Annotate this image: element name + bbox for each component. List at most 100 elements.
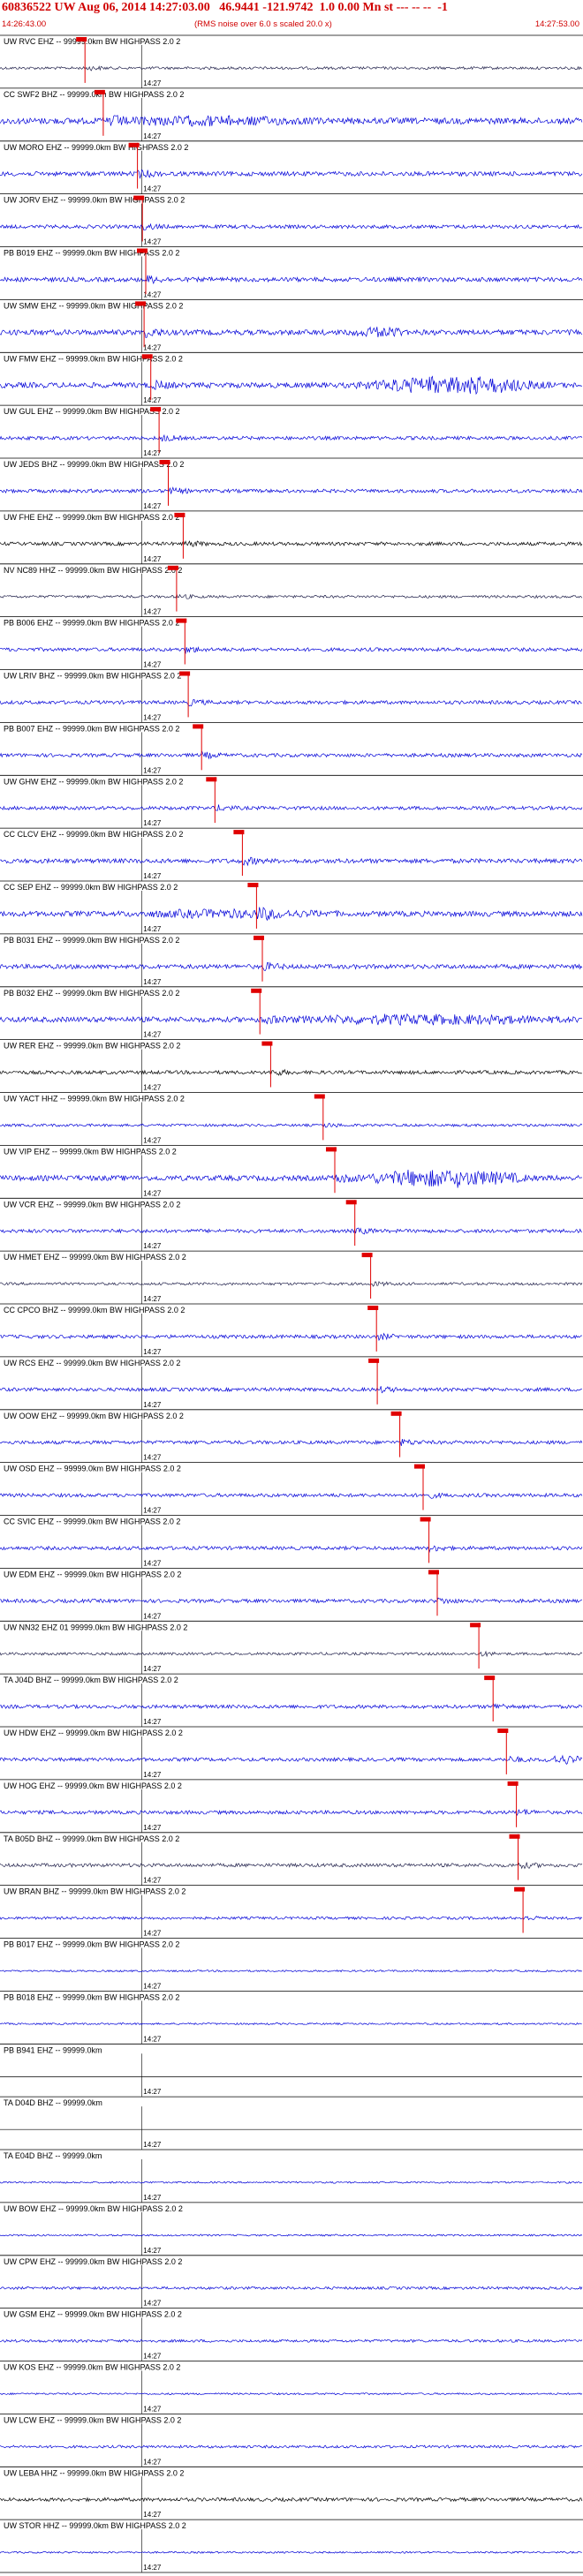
minute-tick-label: 14:27: [143, 79, 162, 87]
trace-row: UW JEDS BHZ -- 99999.0km BW HIGHPASS 2.0…: [0, 457, 583, 511]
trace-row: UW JORV EHZ -- 99999.0km BW HIGHPASS 2.0…: [0, 193, 583, 247]
trace-label: UW JORV EHZ -- 99999.0km BW HIGHPASS 2.0…: [4, 196, 185, 205]
trace-label: UW EDM EHZ -- 99999.0km BW HIGHPASS 2.0 …: [4, 1570, 181, 1578]
waveform-trace: [0, 804, 583, 811]
minute-tick-label: 14:27: [143, 1189, 162, 1197]
waveform-trace: [0, 1862, 583, 1870]
trace-label: CC SEP EHZ -- 99999.0km BW HIGHPASS 2.0 …: [4, 883, 178, 892]
minute-tick-label: 14:27: [143, 2511, 162, 2519]
minute-tick-label: 14:27: [143, 1982, 162, 1990]
waveform-trace: [0, 1280, 583, 1287]
trace-row: TA D04D BHZ -- 99999.0km 14:27: [0, 2096, 583, 2150]
trace-row: UW LRIV BHZ -- 99999.0km BW HIGHPASS 2.0…: [0, 669, 583, 723]
trace-label: UW LEBA HHZ -- 99999.0km BW HIGHPASS 2.0…: [4, 2468, 184, 2477]
waveform-trace: [0, 1332, 582, 1342]
minute-tick-label: 14:27: [143, 396, 162, 404]
trace-row: UW BRAN BHZ -- 99999.0km BW HIGHPASS 2.0…: [0, 1885, 583, 1939]
minute-tick-label: 14:27: [143, 925, 162, 933]
trace-label: PB B007 EHZ -- 99999.0km BW HIGHPASS 2.0…: [4, 724, 179, 733]
trace-label: UW HMET EHZ -- 99999.0km BW HIGHPASS 2.0…: [4, 1253, 186, 1262]
trace-label: UW YACT HHZ -- 99999.0km BW HIGHPASS 2.0…: [4, 1095, 185, 1103]
trace-label: PB B941 EHZ -- 99999.0km: [4, 2045, 102, 2054]
minute-tick-label: 14:27: [143, 713, 162, 721]
minute-tick-label: 14:27: [143, 1930, 162, 1938]
trace-label: UW CPW EHZ -- 99999.0km BW HIGHPASS 2.0 …: [4, 2257, 182, 2266]
minute-tick-label: 14:27: [143, 1771, 162, 1779]
waveform-trace: [0, 2022, 582, 2026]
waveform-trace: [0, 1969, 583, 1973]
waveform-trace: [0, 961, 583, 971]
trace-label: UW JEDS BHZ -- 99999.0km BW HIGHPASS 2.0…: [4, 460, 184, 469]
waveform-trace: [0, 2233, 583, 2237]
trace-label: TA J04D BHZ -- 99999.0km BW HIGHPASS 2.0…: [4, 1676, 178, 1684]
waveform-trace: [0, 65, 583, 72]
minute-tick-label: 14:27: [143, 2300, 162, 2308]
trace-row: UW RVC EHZ -- 99999.0km BW HIGHPASS 2.0 …: [0, 34, 583, 88]
trace-row: PB B032 EHZ -- 99999.0km BW HIGHPASS 2.0…: [0, 986, 583, 1040]
waveform-trace: [0, 1808, 583, 1817]
waveform-trace: [0, 2286, 583, 2291]
trace-row: TA B05D BHZ -- 99999.0km BW HIGHPASS 2.0…: [0, 1832, 583, 1886]
waveform-trace: [0, 1650, 583, 1658]
trace-row: CC CLCV EHZ -- 99999.0km BW HIGHPASS 2.0…: [0, 827, 583, 881]
minute-tick-label: 14:27: [143, 1612, 162, 1620]
trace-row: UW RER EHZ -- 99999.0km BW HIGHPASS 2.0 …: [0, 1039, 583, 1093]
trace-label: UW STOR HHZ -- 99999.0km BW HIGHPASS 2.0…: [4, 2521, 186, 2530]
minute-tick-label: 14:27: [143, 132, 162, 140]
minute-tick-label: 14:27: [143, 2353, 162, 2361]
minute-tick-label: 14:27: [143, 1665, 162, 1673]
waveform-trace: [0, 750, 583, 760]
waveform-trace: [0, 1703, 583, 1710]
waveform-trace: [0, 2497, 583, 2503]
minute-tick-label: 14:27: [143, 2194, 162, 2202]
trace-row: PB B941 EHZ -- 99999.0km 14:27: [0, 2043, 583, 2098]
minute-tick-label: 14:27: [143, 1454, 162, 1462]
trace-row: TA E04D BHZ -- 99999.0km 14:27: [0, 2149, 583, 2203]
trace-label: UW NN32 EHZ 01 99999.0km BW HIGHPASS 2.0…: [4, 1623, 187, 1631]
waveform-trace: [0, 375, 583, 395]
trace-row: UW GSM EHZ -- 99999.0km BW HIGHPASS 2.0 …: [0, 2308, 583, 2361]
minute-tick-label: 14:27: [143, 1824, 162, 1832]
waveform-trace: [0, 2339, 583, 2344]
waveform-trace: [0, 907, 583, 922]
trace-row: UW STOR HHZ -- 99999.0km BW HIGHPASS 2.0…: [0, 2519, 583, 2572]
trace-label: UW RCS EHZ -- 99999.0km BW HIGHPASS 2.0 …: [4, 1359, 180, 1367]
trace-row: UW VIP EHZ -- 99999.0km BW HIGHPASS 2.0 …: [0, 1145, 583, 1199]
minute-tick-label: 14:27: [143, 2247, 162, 2255]
trace-row: CC SWF2 BHZ -- 99999.0km BW HIGHPASS 2.0…: [0, 87, 583, 141]
trace-label: UW HOG EHZ -- 99999.0km BW HIGHPASS 2.0 …: [4, 1781, 182, 1790]
waveform-trace: [0, 275, 583, 285]
minute-tick-label: 14:27: [143, 1559, 162, 1567]
minute-tick-label: 14:27: [143, 819, 162, 827]
waveform-trace: [0, 1545, 583, 1554]
waveform-trace: [0, 540, 583, 547]
minute-tick-label: 14:27: [143, 766, 162, 774]
minute-tick-label: 14:27: [143, 1507, 162, 1515]
minute-tick-label: 14:27: [143, 1348, 162, 1356]
trace-label: UW VIP EHZ -- 99999.0km BW HIGHPASS 2.0 …: [4, 1147, 177, 1156]
waveform-trace: [0, 593, 583, 599]
minute-tick-label: 14:27: [143, 502, 162, 510]
minute-tick-label: 14:27: [143, 1242, 162, 1250]
trace-row: NV NC89 HHZ -- 99999.0km BW HIGHPASS 2.0…: [0, 563, 583, 617]
minute-tick-label: 14:27: [143, 185, 162, 193]
trace-label: PB B017 EHZ -- 99999.0km BW HIGHPASS 2.0…: [4, 1940, 179, 1949]
waveform-trace: [0, 115, 583, 127]
trace-row: UW YACT HHZ -- 99999.0km BW HIGHPASS 2.0…: [0, 1092, 583, 1146]
minute-tick-label: 14:27: [143, 1136, 162, 1144]
minute-tick-label: 14:27: [143, 872, 162, 880]
trace-row: UW EDM EHZ -- 99999.0km BW HIGHPASS 2.0 …: [0, 1568, 583, 1622]
trace-label: UW BOW EHZ -- 99999.0km BW HIGHPASS 2.0 …: [4, 2204, 183, 2213]
minute-tick-label: 14:27: [143, 2141, 162, 2149]
trace-label: PB B032 EHZ -- 99999.0km BW HIGHPASS 2.0…: [4, 989, 179, 998]
trace-row: CC SEP EHZ -- 99999.0km BW HIGHPASS 2.0 …: [0, 880, 583, 934]
trace-label: CC CLCV EHZ -- 99999.0km BW HIGHPASS 2.0…: [4, 830, 183, 839]
minute-tick-label: 14:27: [143, 1401, 162, 1409]
trace-label: PB B006 EHZ -- 99999.0km BW HIGHPASS 2.0…: [4, 619, 179, 628]
trace-label: UW OOW EHZ -- 99999.0km BW HIGHPASS 2.0 …: [4, 1412, 184, 1420]
trace-row: PB B019 EHZ -- 99999.0km BW HIGHPASS 2.0…: [0, 246, 583, 300]
waveform-trace: [0, 1492, 583, 1499]
trace-label: UW VCR EHZ -- 99999.0km BW HIGHPASS 2.0 …: [4, 1200, 180, 1209]
trace-label: NV NC89 HHZ -- 99999.0km BW HIGHPASS 2.0…: [4, 566, 182, 575]
minute-tick-label: 14:27: [143, 1718, 162, 1726]
